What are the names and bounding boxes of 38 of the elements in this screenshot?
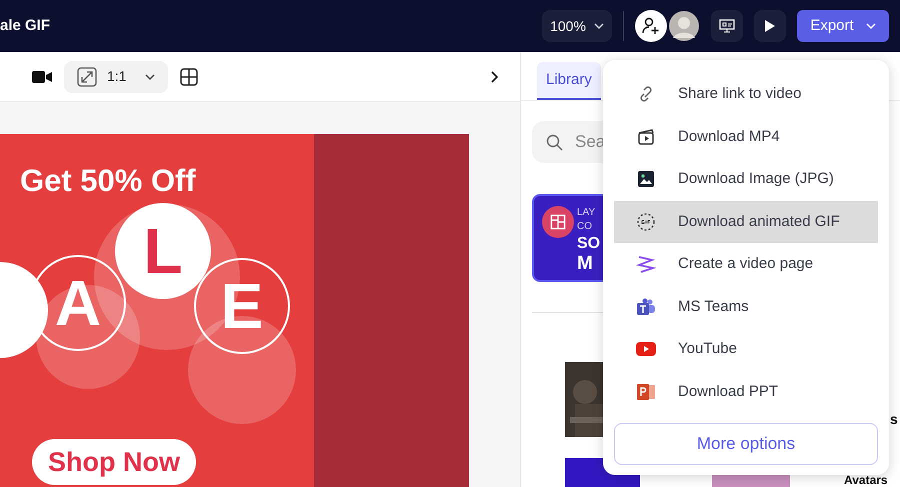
teams-icon <box>636 296 656 317</box>
gif-icon <box>636 212 656 232</box>
add-user-icon <box>641 16 661 36</box>
resize-icon <box>77 66 97 86</box>
category-label: Avatars <box>844 472 888 487</box>
video-camera-icon[interactable] <box>32 70 52 84</box>
category-label: s <box>890 410 898 429</box>
headline: Get 50% Off <box>20 162 196 200</box>
library-tab[interactable]: Library <box>537 62 601 100</box>
chevron-down-icon <box>866 23 876 29</box>
card-title: M <box>577 254 594 274</box>
aspect-ratio-dropdown[interactable]: 1:1 <box>64 60 168 92</box>
image-icon <box>636 169 656 190</box>
invite-user-button[interactable] <box>635 10 667 42</box>
card-label: CO <box>577 220 593 234</box>
card-title: SO <box>577 234 600 254</box>
user-avatar[interactable] <box>669 11 699 41</box>
grid-icon[interactable] <box>180 68 198 86</box>
zoom-dropdown[interactable]: 100% <box>542 10 612 42</box>
powerpoint-icon <box>636 382 656 402</box>
video-clip-icon <box>636 126 656 147</box>
chevron-right-icon[interactable] <box>491 70 498 82</box>
more-options-button[interactable]: More options <box>614 423 878 465</box>
menu-item[interactable]: Download animated GIF <box>614 200 878 243</box>
presentation-icon <box>719 18 735 34</box>
export-button[interactable]: Export <box>797 10 889 42</box>
card-label: LAY <box>577 206 596 220</box>
chevron-down-icon <box>145 74 155 80</box>
ribbon-icon <box>636 254 656 274</box>
presenter-button[interactable] <box>711 10 743 42</box>
shop-now-button[interactable]: Shop Now <box>32 439 196 485</box>
sale-banner[interactable]: Get 50% Off A L E Shop Now <box>0 134 469 487</box>
project-title: ale GIF <box>0 16 50 36</box>
chevron-down-icon <box>594 23 604 29</box>
layout-icon <box>542 206 574 238</box>
play-icon <box>764 19 776 33</box>
play-button[interactable] <box>754 10 786 42</box>
search-icon <box>546 134 563 150</box>
